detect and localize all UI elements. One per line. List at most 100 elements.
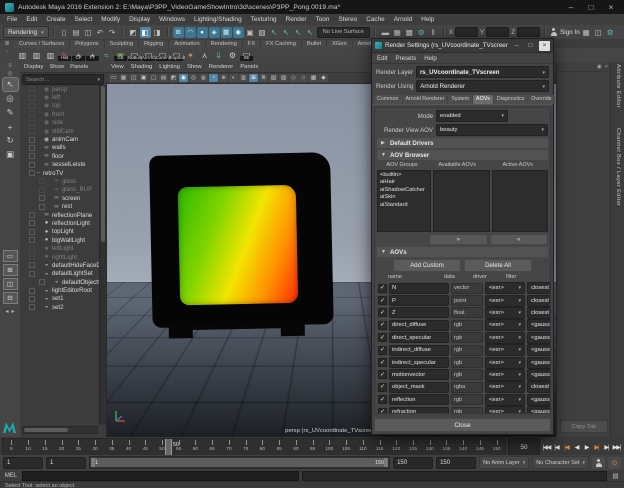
move-to-available-button[interactable]: «: [490, 234, 549, 245]
aov-name-field[interactable]: direct_specular: [389, 332, 449, 343]
aov-filter-dropdown[interactable]: closest: [527, 381, 551, 393]
panel-close-icon[interactable]: ×: [605, 64, 608, 70]
panel-layout-icon[interactable]: ◫: [593, 27, 604, 38]
outliner-item[interactable]: front: [20, 110, 100, 118]
retro-tv-model[interactable]: [149, 152, 334, 342]
menu-set-dropdown[interactable]: Rendering: [3, 26, 49, 38]
viewport-toolbar-icon[interactable]: ≣: [259, 74, 268, 82]
snap-to-point-button[interactable]: ●: [197, 27, 208, 38]
aov-filter-dropdown[interactable]: closest: [527, 282, 551, 294]
auto-keyframe-icon[interactable]: ⊙: [608, 457, 621, 469]
viewport-toolbar-icon[interactable]: ▤: [159, 74, 168, 82]
render-settings-tab[interactable]: Override: [528, 95, 554, 104]
pin-icon[interactable]: ◉: [597, 64, 602, 70]
shelf-tab[interactable]: FX Caching: [261, 40, 301, 48]
timeline-track[interactable]: 5101520253035404550556065707580859095100…: [2, 438, 506, 456]
aov-name-field[interactable]: indirect_specular: [389, 357, 449, 368]
axis-input[interactable]: [517, 27, 540, 37]
viewport-menu-item[interactable]: Renderer: [209, 64, 234, 70]
dialog-close-button[interactable]: Close: [374, 418, 551, 432]
aov-enabled-checkbox[interactable]: [378, 321, 387, 330]
render-settings-tab[interactable]: Common: [374, 95, 402, 104]
layout-persp-panel-button[interactable]: ⊟: [3, 292, 18, 304]
aov-driver-dropdown[interactable]: <exr>: [485, 332, 525, 344]
aov-filter-dropdown[interactable]: <gaussian>: [527, 357, 551, 369]
viewport-toolbar-icon[interactable]: ◐: [229, 74, 238, 82]
outliner-horizontal-scrollbar[interactable]: [22, 426, 98, 434]
selection-mask-icon-3[interactable]: ↖: [293, 27, 304, 38]
selection-mask-icon-2[interactable]: ↖: [281, 27, 292, 38]
aov-filter-dropdown[interactable]: closest: [527, 295, 551, 307]
viewport-toolbar-icon[interactable]: ▢: [149, 74, 158, 82]
step-back-key-button[interactable]: |◀: [562, 440, 571, 455]
aov-driver-dropdown[interactable]: <exr>: [485, 369, 525, 381]
aov-driver-dropdown[interactable]: <exr>: [485, 307, 525, 319]
shelf-button-1[interactable]: ▥: [16, 49, 29, 61]
layout-next-button[interactable]: ▸: [12, 308, 15, 315]
aov-name-field[interactable]: indirect_diffuse: [389, 345, 449, 356]
layout-four-pane-button[interactable]: ⊞: [3, 264, 18, 276]
aov-filter-dropdown[interactable]: <gaussian>: [527, 344, 551, 356]
outliner-menu-item[interactable]: Show: [49, 64, 64, 70]
timeline-tick[interactable]: 45: [137, 439, 154, 455]
shelf-button-pose[interactable]: ⇓: [212, 49, 225, 61]
aov-driver-dropdown[interactable]: <exr>: [485, 282, 525, 294]
snap-to-grid-button[interactable]: ⊞: [173, 27, 184, 38]
viewport-toolbar-icon[interactable]: ◫: [129, 74, 138, 82]
step-back-frame-button[interactable]: |◀: [552, 440, 561, 455]
playback-start-field[interactable]: 1: [3, 457, 43, 469]
shelf-button-burst[interactable]: ✶: [184, 49, 197, 61]
side-tab[interactable]: Attribute Editor: [615, 62, 621, 110]
axis-input[interactable]: [486, 27, 509, 37]
viewport-toolbar-icon[interactable]: ◔: [209, 74, 218, 82]
shelf-tab[interactable]: Rendering: [206, 40, 242, 48]
timeline-tick[interactable]: 150: [488, 439, 505, 455]
shelf-tab[interactable]: FX: [243, 40, 260, 48]
viewport-toolbar-icon[interactable]: ◉: [179, 74, 188, 82]
aov-filter-dropdown[interactable]: closest: [527, 307, 551, 319]
timeline-tick[interactable]: 115: [371, 439, 388, 455]
shelf-button-3[interactable]: ▥: [44, 49, 57, 61]
viewport-toolbar-icon[interactable]: ○: [299, 74, 308, 82]
aov-name-field[interactable]: Z: [389, 307, 449, 318]
shelf-button-knot[interactable]: ≈: [100, 49, 113, 61]
outliner-item[interactable]: persp: [20, 85, 100, 93]
aovs-section-header[interactable]: ▼ AOVs: [377, 247, 548, 257]
outliner-item[interactable]: stillCam: [20, 127, 100, 135]
viewport-toolbar-icon[interactable]: ▨: [279, 74, 288, 82]
menu-item[interactable]: Cache: [366, 16, 384, 23]
aov-driver-dropdown[interactable]: <exr>: [485, 357, 525, 369]
grid-toggle-icon[interactable]: ▦: [581, 27, 592, 38]
timeline-tick[interactable]: 130: [421, 439, 438, 455]
aov-enabled-checkbox[interactable]: [378, 308, 387, 317]
timeline-tick[interactable]: 35: [103, 439, 120, 455]
menu-item[interactable]: Edit: [26, 16, 37, 23]
command-input[interactable]: [22, 471, 299, 481]
aov-group-item[interactable]: aiSkin: [380, 194, 428, 201]
viewport-toolbar-icon[interactable]: ▣: [139, 74, 148, 82]
menu-item[interactable]: Render: [286, 16, 307, 23]
render-sequence-button[interactable]: ▩: [404, 27, 415, 38]
aov-driver-dropdown[interactable]: <exr>: [485, 406, 525, 414]
outliner-search-input[interactable]: Search...: [22, 74, 104, 85]
aov-name-field[interactable]: N: [389, 283, 449, 294]
go-to-end-button[interactable]: ▶▶|: [612, 440, 621, 455]
aov-name-field[interactable]: reflection: [389, 394, 449, 405]
dialog-minimize-button[interactable]: –: [511, 42, 522, 49]
timeline-tick[interactable]: 15: [36, 439, 53, 455]
timeline-tick[interactable]: 140: [455, 439, 472, 455]
selection-mask-icon-4[interactable]: ↖: [305, 27, 316, 38]
shelf-button-caminf[interactable]: ▢ CamInf: [156, 49, 169, 61]
menu-item[interactable]: Select: [75, 16, 93, 23]
aov-enabled-checkbox[interactable]: [378, 395, 387, 404]
new-scene-button[interactable]: ▯: [59, 27, 70, 38]
aov-name-field[interactable]: object_mask: [389, 382, 449, 393]
shelf-tab[interactable]: XGen: [327, 40, 352, 48]
anim-layer-dropdown[interactable]: No Anim Layer: [479, 456, 529, 469]
timeline-tick[interactable]: 105: [338, 439, 355, 455]
move-tool-button[interactable]: +: [3, 120, 18, 133]
timeline-tick[interactable]: 25: [70, 439, 87, 455]
aov-driver-dropdown[interactable]: <exr>: [485, 344, 525, 356]
layout-prev-button[interactable]: ◂: [5, 308, 8, 315]
shelf-tab[interactable]: Animation: [169, 40, 204, 48]
